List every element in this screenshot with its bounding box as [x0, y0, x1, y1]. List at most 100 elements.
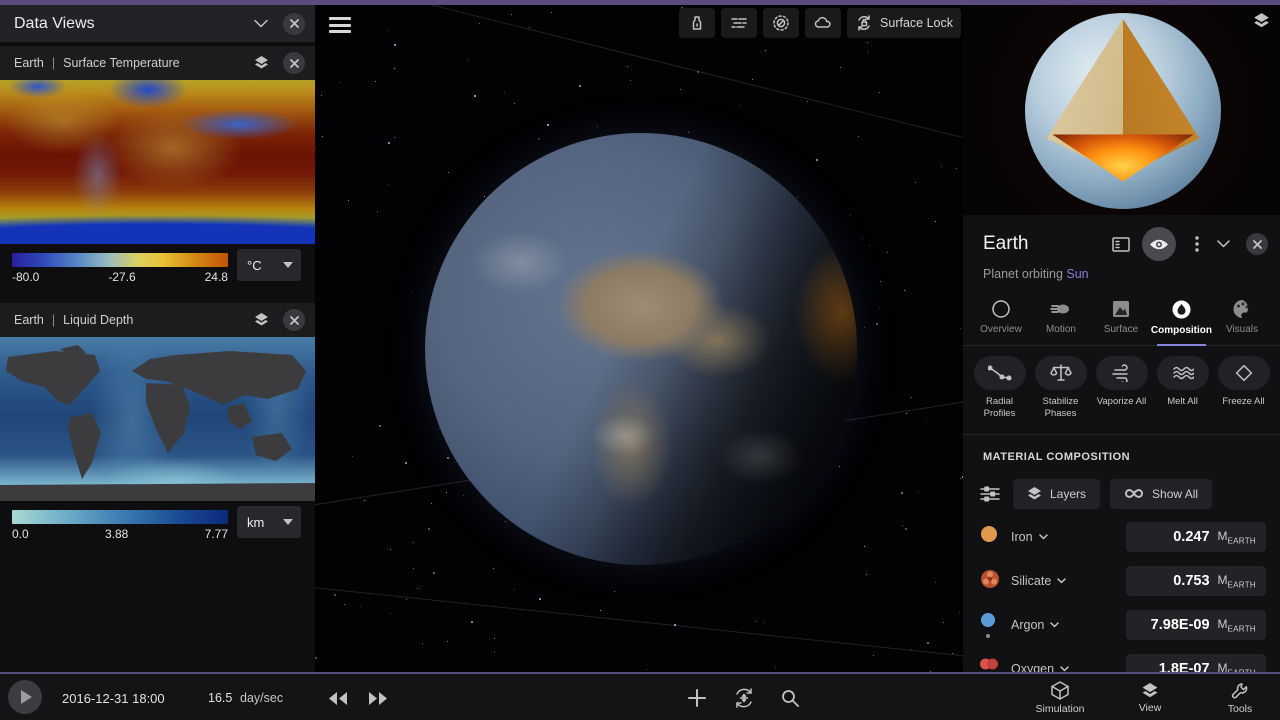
- tools-wrench-icon: [1231, 682, 1248, 698]
- flashlight-icon[interactable]: [679, 8, 716, 38]
- argon-icon: [979, 612, 999, 638]
- time-control-bar: 2016-12-31 18:00 16.5 day/sec Simulation…: [0, 672, 1280, 720]
- data-rows-icon[interactable]: [721, 8, 758, 38]
- stabilize-phases-icon: [1049, 364, 1072, 381]
- chevron-down-icon: [1060, 666, 1069, 671]
- material-value-field[interactable]: 0.753 MEARTH: [1126, 565, 1266, 596]
- show-all-button[interactable]: Show All: [1110, 478, 1213, 509]
- eye-icon[interactable]: [1142, 227, 1176, 261]
- material-composition-title: MATERIAL COMPOSITION: [983, 450, 1131, 463]
- object-tabs: Overview Motion Surface Composition Visu…: [963, 291, 1280, 346]
- surface-lock-button[interactable]: Surface Lock: [847, 8, 961, 38]
- filter-sliders-icon[interactable]: [977, 481, 1003, 507]
- phase-dot: [986, 633, 990, 638]
- tab-surface[interactable]: Surface: [1091, 293, 1151, 345]
- material-name-dropdown[interactable]: Silicate: [1011, 574, 1067, 588]
- temperature-scale: -80.0 -27.6 24.8 °C: [0, 244, 315, 299]
- chevron-down-icon: [1057, 578, 1067, 583]
- iron-icon: [979, 524, 999, 550]
- orbit-line: [315, 571, 963, 672]
- layers-icon: [1028, 486, 1041, 500]
- close-icon[interactable]: [283, 52, 305, 74]
- cloud-icon[interactable]: [805, 8, 842, 38]
- close-icon[interactable]: [283, 12, 305, 35]
- add-icon[interactable]: [681, 682, 713, 714]
- radial-profiles-icon: [987, 365, 1012, 381]
- hamburger-menu-icon[interactable]: [327, 14, 353, 36]
- tools-menu-button[interactable]: Tools: [1208, 674, 1272, 720]
- material-name-dropdown[interactable]: Argon: [1011, 618, 1060, 632]
- space-viewport[interactable]: Surface Lock: [315, 5, 963, 672]
- visuals-icon: [1233, 300, 1248, 318]
- tab-motion[interactable]: Motion: [1031, 293, 1091, 345]
- tab-visuals[interactable]: Visuals: [1212, 293, 1272, 345]
- scale-mid: -27.6: [108, 270, 136, 284]
- melt-icon: [1172, 366, 1194, 380]
- close-icon[interactable]: [1246, 233, 1268, 255]
- layers-button[interactable]: Layers: [1013, 478, 1101, 509]
- continents-overlay: [0, 345, 315, 501]
- liquid-depth-scale: 0.0 3.88 7.77 km: [0, 501, 315, 556]
- kebab-menu-icon[interactable]: [1184, 231, 1210, 257]
- sim-speed-value[interactable]: 16.5: [208, 674, 232, 720]
- vaporize-icon: [1111, 364, 1128, 382]
- reset-view-icon[interactable]: [728, 682, 760, 714]
- chevron-down-icon: [1038, 534, 1048, 539]
- material-row-iron: Iron 0.247 MEARTH: [963, 515, 1280, 559]
- simulation-cube-icon: [1051, 681, 1069, 700]
- planet-cutaway-view[interactable]: [963, 5, 1280, 215]
- chevron-down-icon[interactable]: [249, 13, 273, 35]
- material-row-argon: Argon 7.98E-09 MEARTH: [963, 603, 1280, 647]
- view-menu-button[interactable]: View: [1118, 674, 1182, 720]
- surface-temperature-map[interactable]: [0, 80, 315, 244]
- unit-dropdown[interactable]: °C: [237, 249, 301, 281]
- rewind-icon[interactable]: [322, 682, 354, 714]
- chevron-down-icon: [283, 262, 293, 268]
- material-filter-row: Layers Show All: [963, 467, 1280, 515]
- viewport-toolbar: Surface Lock: [679, 8, 961, 38]
- surface-icon: [1112, 301, 1129, 317]
- composition-actions: Radial Profiles Stabilize Phases Vaporiz…: [963, 346, 1280, 426]
- liquid-gradient-bar: [12, 510, 228, 524]
- overview-icon: [992, 300, 1010, 318]
- orbit-dial-icon[interactable]: [763, 8, 800, 38]
- radial-profiles-button[interactable]: Radial Profiles: [969, 356, 1030, 420]
- scale-min: -80.0: [12, 270, 40, 284]
- liquid-depth-map[interactable]: [0, 337, 315, 501]
- material-name-dropdown[interactable]: Iron: [1011, 530, 1048, 544]
- tab-composition[interactable]: Composition: [1151, 293, 1212, 346]
- object-subtitle: Planet orbiting Sun: [983, 267, 1089, 281]
- layers-icon[interactable]: [249, 52, 273, 74]
- sim-speed-unit[interactable]: day/sec: [240, 674, 283, 720]
- search-icon[interactable]: [774, 682, 806, 714]
- sun-link[interactable]: Sun: [1066, 267, 1088, 281]
- view-layers-icon: [1142, 682, 1158, 697]
- scale-max: 24.8: [204, 270, 228, 284]
- freeze-all-button[interactable]: Freeze All: [1213, 356, 1274, 420]
- view-header-surface-temperature: Earth | Surface Temperature: [0, 46, 315, 80]
- object-title: Earth: [983, 233, 1029, 254]
- close-icon[interactable]: [283, 309, 305, 331]
- material-row-silicate: Silicate 0.753 MEARTH: [963, 559, 1280, 603]
- object-header: Earth: [963, 215, 1280, 261]
- material-value-field[interactable]: 7.98E-09 MEARTH: [1126, 609, 1266, 640]
- temperature-gradient-bar: [12, 253, 228, 267]
- accent-strip: [0, 0, 1280, 5]
- tab-overview[interactable]: Overview: [971, 293, 1031, 345]
- main-menu: Simulation View Tools: [1028, 674, 1272, 720]
- properties-panel-icon[interactable]: [1108, 231, 1134, 257]
- vaporize-all-button[interactable]: Vaporize All: [1091, 356, 1152, 420]
- stabilize-phases-button[interactable]: Stabilize Phases: [1030, 356, 1091, 420]
- motion-icon: [1050, 304, 1069, 314]
- layers-icon[interactable]: [1253, 13, 1270, 34]
- simulation-menu-button[interactable]: Simulation: [1028, 674, 1092, 720]
- layers-icon[interactable]: [249, 309, 273, 331]
- unit-dropdown[interactable]: km: [237, 506, 301, 538]
- play-button[interactable]: [8, 680, 42, 714]
- material-value-field[interactable]: 0.247 MEARTH: [1126, 521, 1266, 552]
- chevron-down-icon[interactable]: [1210, 231, 1236, 257]
- fast-forward-icon[interactable]: [362, 682, 394, 714]
- melt-all-button[interactable]: Melt All: [1152, 356, 1213, 420]
- sim-datetime[interactable]: 2016-12-31 18:00: [62, 674, 165, 720]
- surface-lock-label: Surface Lock: [880, 16, 953, 30]
